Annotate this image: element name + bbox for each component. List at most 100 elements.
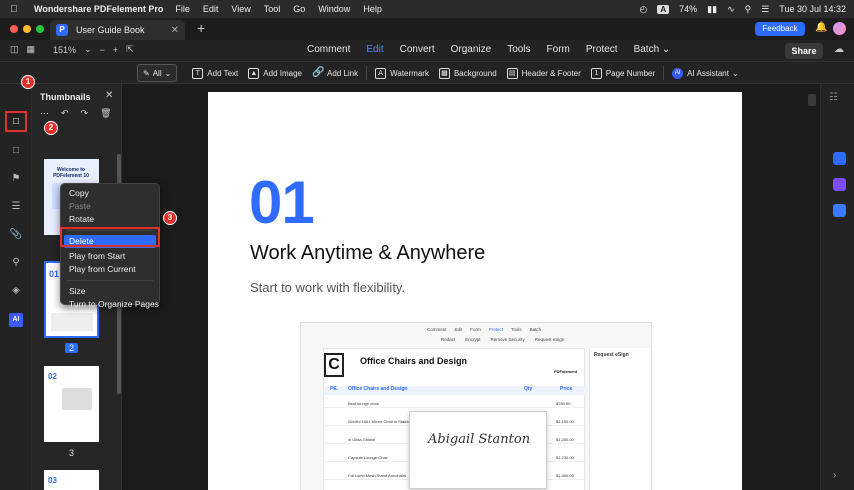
zoom-window-button[interactable] <box>36 25 44 33</box>
menu-turn-to-organize[interactable]: Turn to Organize Pages <box>61 298 159 311</box>
layers-list-icon[interactable]: ☰ <box>9 200 23 214</box>
menu-edit[interactable]: Edit <box>203 4 219 14</box>
tab-protect[interactable]: Protect <box>586 44 618 55</box>
pdfelement-logo-icon: P <box>56 24 68 36</box>
thumbnail-2-image <box>51 313 93 331</box>
shot-tab: Form <box>470 327 481 332</box>
menu-tool[interactable]: Tool <box>264 4 281 14</box>
shot-tool: Encrypt <box>465 337 481 342</box>
thumbnails-title: Thumbnails <box>40 92 91 102</box>
header-footer-button[interactable]: ▤ Header & Footer <box>502 64 586 82</box>
app-name[interactable]: Wondershare PDFelement Pro <box>34 4 163 14</box>
select-tool-icon[interactable]: ⇱ <box>126 44 134 55</box>
menu-file[interactable]: File <box>175 4 190 14</box>
ai-copilot-icon[interactable] <box>833 152 846 165</box>
ai-assistant-button[interactable]: AI AI Assistant ⌄ <box>667 64 744 82</box>
cloud-upload-icon[interactable]: ☁ <box>834 44 844 55</box>
document-tab-title: User Guide Book <box>76 25 145 35</box>
zoom-in-icon[interactable]: + <box>113 45 118 55</box>
shot-side-panel: Request eSign <box>589 348 651 490</box>
image-icon: ▲ <box>248 67 260 79</box>
page-subheading: Start to work with flexibility. <box>250 280 406 295</box>
menu-paste[interactable]: Paste <box>61 200 159 213</box>
page-thumbnail-3[interactable]: 02 <box>44 366 99 442</box>
document-page[interactable]: 01 Work Anytime & Anywhere Start to work… <box>208 92 742 490</box>
step-marker-1: 1 <box>21 75 35 89</box>
clock-icon[interactable]: ◴ <box>640 4 648 15</box>
menu-copy[interactable]: Copy <box>61 187 159 200</box>
delete-icon[interactable]: 🗑 <box>100 108 111 119</box>
sidebar-toggle-icon[interactable]: ◫ <box>10 44 19 55</box>
page-number-button[interactable]: 1 Page Number <box>586 64 660 82</box>
tab-form[interactable]: Form <box>547 44 570 55</box>
feedback-button[interactable]: Feedback <box>755 22 805 36</box>
ai-sidebar-icon[interactable]: AI <box>9 313 23 327</box>
close-window-button[interactable] <box>10 25 18 33</box>
tab-edit[interactable]: Edit <box>366 44 383 55</box>
shot-document: C Office Chairs and Design PDFelement PE… <box>323 348 586 490</box>
watermark-label: Watermark <box>390 68 429 78</box>
watermark-button[interactable]: A Watermark <box>370 64 434 82</box>
comment-icon[interactable]: □ <box>9 144 23 158</box>
layers-icon[interactable]: ◈ <box>9 284 23 298</box>
mode-tabs: Comment Edit Convert Organize Tools Form… <box>307 44 670 55</box>
properties-icon[interactable]: ☷ <box>829 92 838 103</box>
menu-play-from-current[interactable]: Play from Current <box>61 263 159 276</box>
menu-window[interactable]: Window <box>318 4 350 14</box>
bookmark-icon[interactable]: ⚑ <box>9 172 23 186</box>
close-tab-icon[interactable]: ✕ <box>171 25 179 36</box>
select-all-dropdown[interactable]: ✎ All ⌄ <box>137 64 178 82</box>
menu-rotate[interactable]: Rotate <box>61 213 159 226</box>
zoom-level[interactable]: 151% <box>53 45 76 55</box>
background-button[interactable]: ▩ Background <box>434 64 502 82</box>
text-icon: T <box>192 67 204 79</box>
chevron-right-icon[interactable]: › <box>833 470 836 481</box>
close-icon[interactable]: ✕ <box>105 90 113 101</box>
page-scrollbar[interactable] <box>808 94 816 106</box>
menu-datetime[interactable]: Tue 30 Jul 14:32 <box>779 4 846 14</box>
battery-icon[interactable]: ▮▮ <box>707 4 717 15</box>
shot-tool: Redact <box>441 337 456 342</box>
rotate-right-icon[interactable]: ↷ <box>81 108 89 119</box>
document-tab[interactable]: P User Guide Book ✕ <box>50 20 185 40</box>
control-center-icon[interactable]: ☰ <box>761 4 769 15</box>
zoom-dropdown-icon[interactable]: ⌄ <box>84 44 92 55</box>
menu-view[interactable]: View <box>231 4 250 14</box>
menu-play-from-start[interactable]: Play from Start <box>61 250 159 263</box>
page-number-current: 2 <box>65 343 79 353</box>
menu-size[interactable]: Size <box>61 285 159 298</box>
bell-icon[interactable]: 🔔 <box>815 22 827 33</box>
tab-comment[interactable]: Comment <box>307 44 350 55</box>
avatar[interactable] <box>833 22 846 35</box>
tab-tools[interactable]: Tools <box>507 44 530 55</box>
check-doc-icon[interactable] <box>833 178 846 191</box>
menu-go[interactable]: Go <box>293 4 305 14</box>
new-tab-icon[interactable]: + <box>197 20 205 36</box>
step-marker-2: 2 <box>44 121 58 135</box>
search-icon[interactable]: ⚲ <box>9 256 23 270</box>
translate-icon[interactable] <box>833 204 846 217</box>
add-text-button[interactable]: T Add Text <box>187 64 243 82</box>
input-source-icon[interactable]: A <box>657 4 670 14</box>
apple-icon[interactable]:  <box>10 4 24 15</box>
page-thumbnail-4[interactable]: 03 <box>44 470 99 490</box>
rotate-left-icon[interactable]: ↶ <box>61 108 69 119</box>
zoom-out-icon[interactable]: − <box>100 45 105 55</box>
spotlight-icon[interactable]: ⚲ <box>745 4 752 15</box>
page-layout-icon[interactable]: ▦ <box>27 44 36 55</box>
add-image-button[interactable]: ▲ Add Image <box>243 64 307 82</box>
attachment-icon[interactable]: 📎 <box>9 228 23 242</box>
minimize-window-button[interactable] <box>23 25 31 33</box>
add-link-button[interactable]: 🔗 Add Link <box>307 64 363 82</box>
add-text-label: Add Text <box>207 68 239 78</box>
tab-organize[interactable]: Organize <box>451 44 492 55</box>
header-footer-icon: ▤ <box>506 67 518 79</box>
menu-help[interactable]: Help <box>363 4 382 14</box>
thumbnail-2-heading: 01 <box>49 269 60 279</box>
tab-convert[interactable]: Convert <box>400 44 435 55</box>
share-button[interactable]: Share <box>785 43 823 59</box>
tab-batch[interactable]: Batch ⌄ <box>634 44 671 55</box>
wifi-icon[interactable]: ∿ <box>727 4 735 15</box>
add-image-label: Add Image <box>263 68 302 78</box>
more-options-icon[interactable]: ⋯ <box>40 108 49 119</box>
